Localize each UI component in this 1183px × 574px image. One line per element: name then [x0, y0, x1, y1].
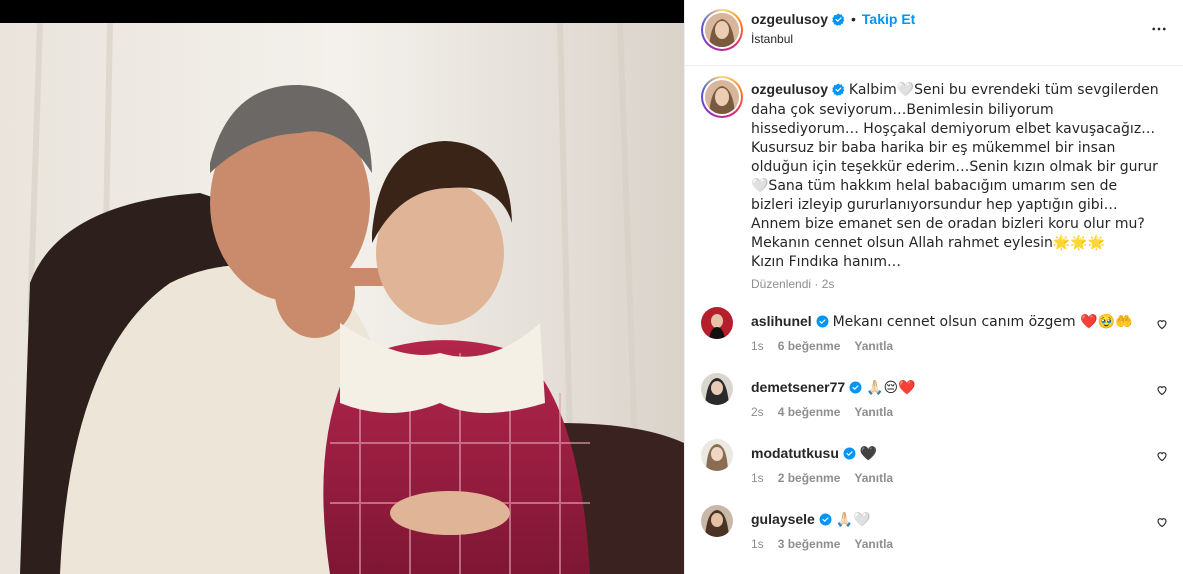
verified-badge-icon — [849, 381, 862, 397]
caption-avatar[interactable] — [705, 80, 739, 114]
reply-button[interactable]: Yanıtla — [854, 537, 893, 551]
header-username[interactable]: ozgeulusoy — [751, 11, 828, 27]
commenter-avatar[interactable] — [701, 439, 733, 471]
comment-time[interactable]: 1s — [751, 537, 764, 551]
photo-illustration — [0, 23, 684, 574]
more-horizontal-icon[interactable] — [1150, 20, 1168, 43]
verified-badge-icon — [832, 13, 845, 31]
caption-text: Kalbim🤍Seni bu evrendeki tüm sevgilerden… — [751, 82, 1159, 270]
comment-item: aslihunel Mekanı cennet olsun canım özge… — [685, 307, 1183, 367]
commenter-avatar[interactable] — [701, 505, 733, 537]
heart-icon[interactable] — [1156, 515, 1168, 533]
post-header: ozgeulusoy • Takip Et İstanbul — [685, 0, 1183, 66]
comment-time[interactable]: 1s — [751, 471, 764, 485]
reply-button[interactable]: Yanıtla — [854, 339, 893, 353]
follow-button[interactable]: Takip Et — [862, 11, 915, 27]
comment-text: 🙏🏻🤍 — [835, 512, 871, 528]
comment-time[interactable]: 1s — [751, 339, 764, 353]
comment-username[interactable]: demetsener77 — [751, 379, 845, 395]
comment-time[interactable]: 2s — [751, 405, 764, 419]
caption-meta: Düzenlendi · 2s — [751, 275, 1161, 293]
comment-likes[interactable]: 6 beğenme — [778, 339, 841, 353]
photo-top-bar — [0, 0, 684, 23]
verified-badge-icon — [832, 82, 845, 100]
post-location[interactable]: İstanbul — [751, 32, 793, 46]
post-side-panel: ozgeulusoy • Takip Et İstanbul ozgeulusoy … — [684, 0, 1183, 574]
post-photo[interactable] — [0, 23, 684, 574]
comment-text: 🖤 — [859, 446, 878, 462]
heart-icon[interactable] — [1156, 383, 1168, 401]
header-separator: • — [851, 11, 856, 27]
comment-likes[interactable]: 2 beğenme — [778, 471, 841, 485]
comment-item: demetsener77 🙏🏻😔❤️ 2s 4 beğenme Yanıtla — [685, 373, 1183, 433]
meta-dot: · — [814, 277, 819, 291]
comment-username[interactable]: gulaysele — [751, 511, 815, 527]
caption-time[interactable]: 2s — [822, 277, 835, 291]
heart-icon[interactable] — [1156, 449, 1168, 467]
comment-text: Mekanı cennet olsun canım özgem ❤️🥹🤲 — [832, 314, 1133, 330]
comment-likes[interactable]: 4 beğenme — [778, 405, 841, 419]
verified-badge-icon — [843, 447, 856, 463]
commenter-avatar[interactable] — [701, 373, 733, 405]
comment-username[interactable]: aslihunel — [751, 313, 812, 329]
caption-story-ring[interactable] — [701, 76, 743, 118]
comment-item: modatutkusu 🖤 1s 2 beğenme Yanıtla — [685, 439, 1183, 499]
comment-likes[interactable]: 3 beğenme — [778, 537, 841, 551]
verified-badge-icon — [819, 513, 832, 529]
heart-icon[interactable] — [1156, 317, 1168, 335]
comment-text: 🙏🏻😔❤️ — [866, 380, 916, 396]
reply-button[interactable]: Yanıtla — [854, 471, 893, 485]
verified-badge-icon — [816, 315, 829, 331]
story-ring[interactable] — [701, 9, 743, 51]
edited-label: Düzenlendi — [751, 277, 812, 291]
commenter-avatar[interactable] — [701, 307, 733, 339]
post-caption: ozgeulusoy Kalbim🤍Seni bu evrendeki tüm … — [751, 80, 1161, 293]
header-avatar[interactable] — [705, 13, 739, 47]
comment-item: gulaysele 🙏🏻🤍 1s 3 beğenme Yanıtla — [685, 505, 1183, 565]
reply-button[interactable]: Yanıtla — [854, 405, 893, 419]
caption-username[interactable]: ozgeulusoy — [751, 81, 828, 97]
comment-username[interactable]: modatutkusu — [751, 445, 839, 461]
post-photo-panel — [0, 0, 684, 574]
